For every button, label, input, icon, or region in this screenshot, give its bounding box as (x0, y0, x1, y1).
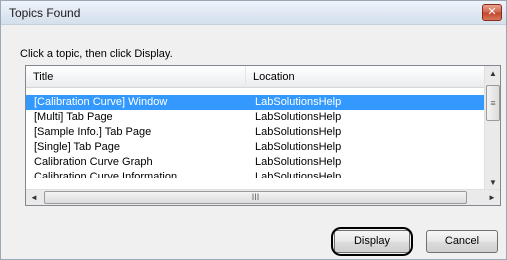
focus-ring (331, 227, 413, 256)
close-button[interactable]: ✕ (482, 4, 502, 21)
vertical-scroll-thumb[interactable]: ≡ (486, 85, 500, 121)
horizontal-scroll-thumb[interactable]: III (44, 191, 467, 204)
topic-title: [Single] Tab Page (34, 141, 121, 153)
horizontal-scrollbar[interactable]: ◄ III ► (26, 189, 500, 205)
topic-location: LabSolutionsHelp (255, 96, 342, 108)
topic-title: [Multi] Tab Page (34, 111, 113, 123)
list-item[interactable]: [Single] Tab Page LabSolutionsHelp (26, 140, 486, 155)
topics-list[interactable]: Title Location [Calibration Curve] Windo… (25, 65, 501, 206)
topic-location: LabSolutionsHelp (255, 126, 342, 138)
list-rows: [Calibration Curve] Window LabSolutionsH… (26, 95, 486, 178)
dialog-title: Topics Found (9, 6, 81, 20)
scroll-left-arrow-icon[interactable]: ◄ (26, 190, 42, 205)
title-bar[interactable]: Topics Found ✕ (1, 1, 506, 25)
list-item[interactable]: [Sample Info.] Tab Page LabSolutionsHelp (26, 125, 486, 140)
topic-location: LabSolutionsHelp (255, 156, 342, 168)
list-header: Title Location (26, 66, 486, 88)
list-item[interactable]: Calibration Curve Information LabSolutio… (26, 170, 486, 178)
topic-title: [Sample Info.] Tab Page (34, 126, 152, 138)
close-icon: ✕ (487, 6, 497, 18)
scroll-right-arrow-icon[interactable]: ► (484, 190, 500, 205)
display-button[interactable]: Display (331, 227, 413, 256)
topic-location: LabSolutionsHelp (255, 111, 342, 123)
topic-title: Calibration Curve Graph (34, 156, 153, 168)
column-header-location[interactable]: Location (246, 66, 486, 88)
topics-found-dialog: Topics Found ✕ Click a topic, then click… (0, 0, 507, 260)
topic-title: Calibration Curve Information (34, 171, 178, 178)
column-header-title[interactable]: Title (26, 66, 246, 88)
scroll-up-arrow-icon[interactable]: ▲ (485, 66, 500, 82)
list-item[interactable]: Calibration Curve Graph LabSolutionsHelp (26, 155, 486, 170)
vertical-scrollbar[interactable]: ▲ ≡ ▼ (484, 66, 500, 191)
topic-location: LabSolutionsHelp (255, 141, 342, 153)
list-item[interactable]: [Multi] Tab Page LabSolutionsHelp (26, 110, 486, 125)
cancel-button-label: Cancel (444, 235, 480, 247)
instruction-text: Click a topic, then click Display. (20, 48, 173, 60)
list-item[interactable]: [Calibration Curve] Window LabSolutionsH… (26, 95, 486, 110)
topic-title: [Calibration Curve] Window (34, 96, 168, 108)
topic-location: LabSolutionsHelp (255, 171, 342, 178)
cancel-button[interactable]: Cancel (426, 230, 498, 253)
